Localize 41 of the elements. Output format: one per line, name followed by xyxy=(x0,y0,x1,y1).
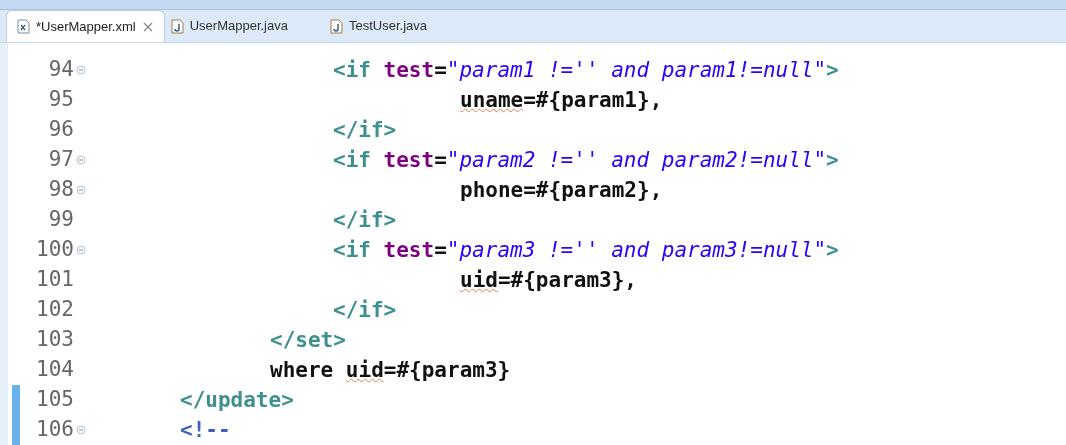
code-line: where uid=#{param3} xyxy=(269,357,512,384)
line-number: 100 xyxy=(35,236,74,264)
fold-icon[interactable] xyxy=(76,425,86,435)
fold-icon[interactable] xyxy=(76,185,86,195)
code-line: <if test="param2 !='' and param2!=null"> xyxy=(332,147,839,174)
code-line: uname=#{param1}, xyxy=(459,87,664,114)
code-line: </if> xyxy=(332,297,398,324)
code-line: </update> xyxy=(180,387,295,414)
tab-label: *UserMapper.xml xyxy=(36,17,136,36)
editor-tab[interactable]: UserMapper.java xyxy=(164,10,294,42)
code-line: <!-- xyxy=(180,417,232,444)
line-number: 98 xyxy=(47,176,74,204)
fold-icon[interactable] xyxy=(76,65,86,75)
code-line: phone=#{param2}, xyxy=(459,177,664,204)
line-number: 103 xyxy=(35,326,74,354)
editor-tab[interactable]: TestUser.java xyxy=(324,10,434,42)
line-number: 99 xyxy=(47,206,74,234)
code-line: <if test="param3 !='' and param3!=null"> xyxy=(332,237,839,264)
code-line: </if> xyxy=(332,207,398,234)
code-line: <if test="param1 !='' and param1!=null"> xyxy=(332,57,839,84)
java-file-icon xyxy=(170,18,184,34)
xml-file-icon xyxy=(17,19,30,34)
code-line: uid=#{param3}, xyxy=(459,267,638,294)
tab-label: TestUser.java xyxy=(349,17,428,36)
line-number: 95 xyxy=(47,86,74,114)
line-number: 97 xyxy=(47,146,74,174)
code-line: </set> xyxy=(269,327,347,354)
fold-icon[interactable] xyxy=(76,155,86,165)
line-number: 102 xyxy=(35,296,74,324)
line-number: 96 xyxy=(47,116,74,144)
line-number: 106 xyxy=(35,416,74,444)
tab-label: UserMapper.java xyxy=(189,17,288,36)
line-number: 94 xyxy=(47,56,74,84)
fold-icon[interactable] xyxy=(76,245,86,255)
line-number: 101 xyxy=(35,266,74,294)
editor-tab[interactable]: *UserMapper.xml xyxy=(6,10,165,42)
line-number: 104 xyxy=(35,356,74,384)
close-icon[interactable] xyxy=(141,20,154,33)
java-file-icon xyxy=(330,18,343,34)
line-number: 105 xyxy=(35,386,74,414)
code-line: </if> xyxy=(332,117,398,144)
